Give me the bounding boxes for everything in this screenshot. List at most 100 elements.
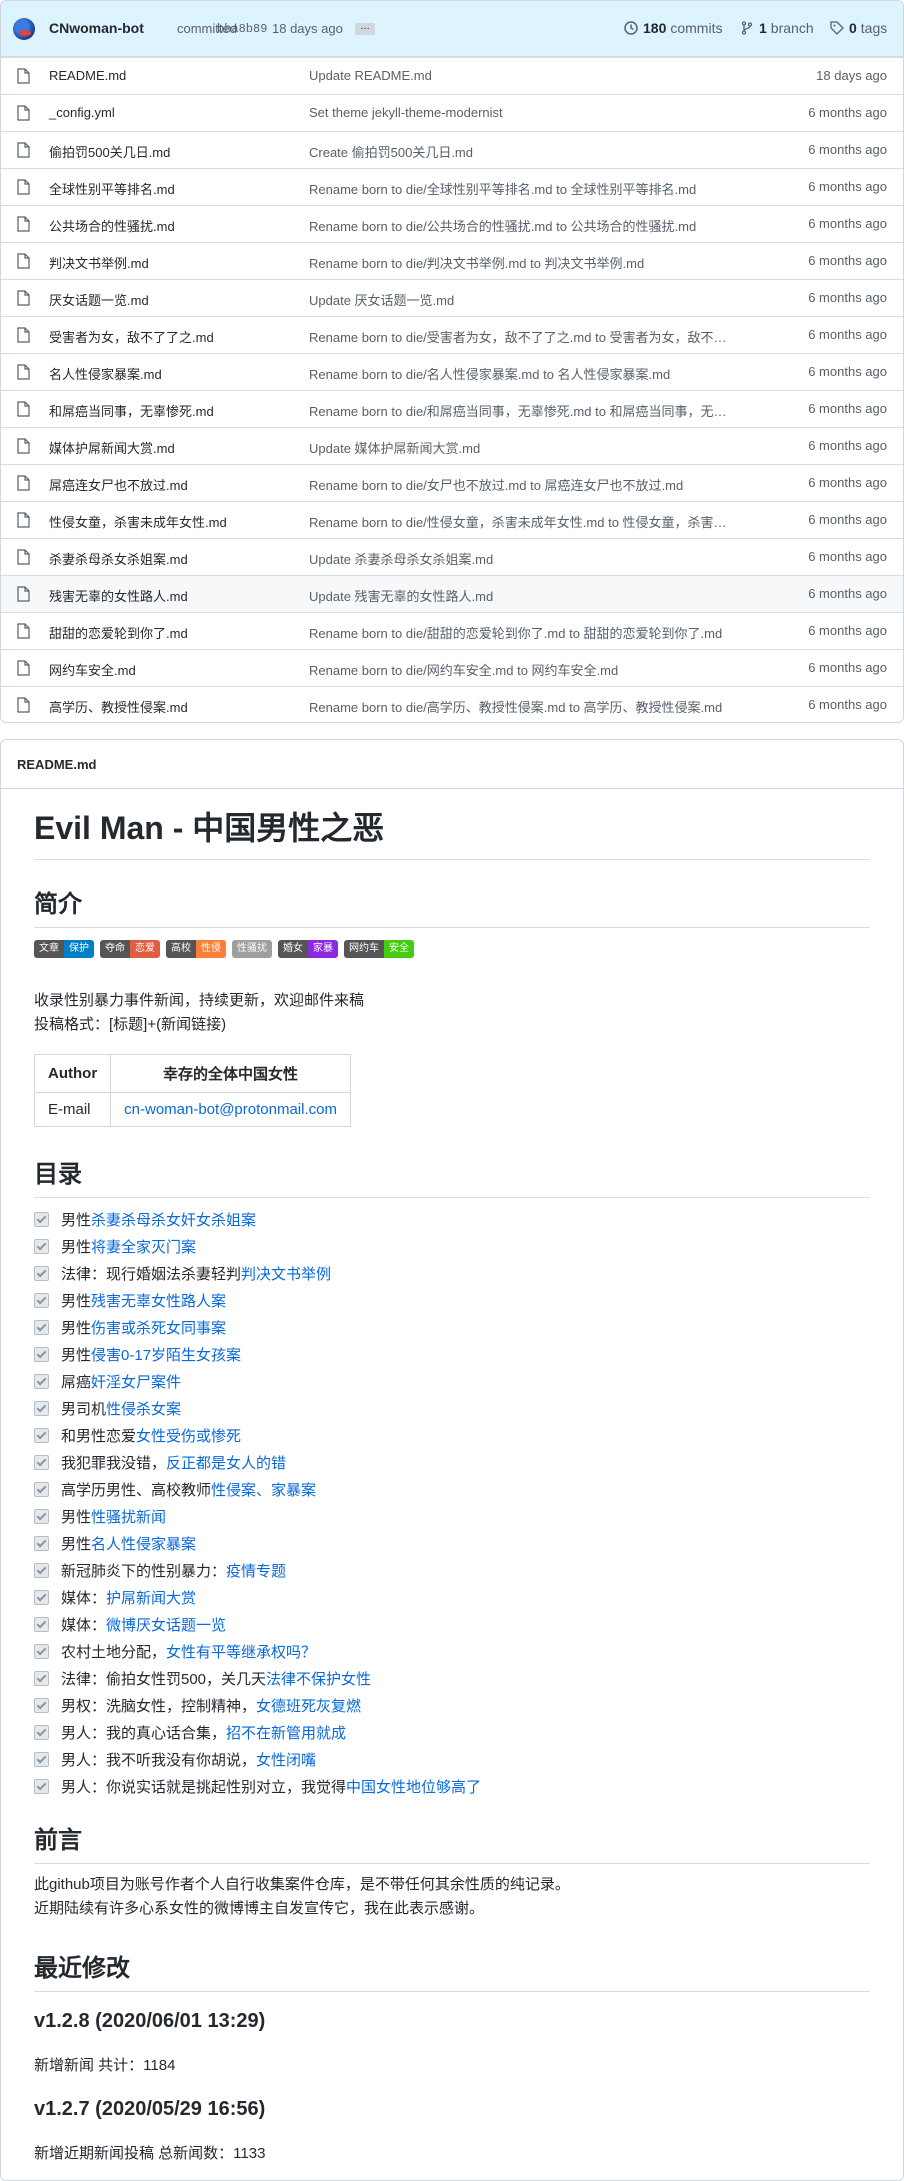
file-name-link[interactable]: 全球性别平等排名.md [49,179,175,198]
readme-filename-link[interactable]: README.md [17,757,96,772]
file-name-link[interactable]: 网约车安全.md [49,660,136,679]
file-commit-message-link[interactable]: Update 杀妻杀母杀女杀姐案.md [309,549,759,568]
toc-item-link[interactable]: 女德班死灰复燃 [256,1695,361,1716]
tags-link[interactable]: 0 tags [829,20,887,36]
file-commit-message-link[interactable]: Update 媒体护屌新闻大赏.md [309,438,759,457]
toc-item-link[interactable]: 疫情专题 [226,1560,286,1581]
toc-item: 男司机 性侵杀女案 [34,1395,870,1422]
toc-item-link[interactable]: 女性受伤或惨死 [136,1425,241,1446]
toc-item-prefix: 男性 [61,1536,92,1553]
toc-item-prefix: 高学历男性、高校教师 [61,1482,212,1499]
file-commit-message-link[interactable]: Rename born to die/甜甜的恋爱轮到你了.md to 甜甜的恋爱… [309,623,759,642]
toc-item-link[interactable]: 女性有平等继承权吗？ [166,1641,316,1662]
file-commit-message-link[interactable]: Rename born to die/全球性别平等排名.md to 全球性别平等… [309,179,759,198]
file-row[interactable]: 公共场合的性骚扰.md Rename born to die/公共场合的性骚扰.m… [1,205,903,243]
email-link[interactable]: cn-woman-bot@protonmail.com [124,1101,337,1118]
toc-item-link[interactable]: 性骚扰新闻 [91,1506,166,1527]
file-row[interactable]: 杀妻杀母杀女杀姐案.md Update 杀妻杀母杀女杀姐案.md 6 months … [1,538,903,576]
file-row[interactable]: 全球性别平等排名.md Rename born to die/全球性别平等排名.m… [1,168,903,206]
file-name-link[interactable]: 性侵女童，杀害未成年女性.md [49,512,227,531]
toc-item-link[interactable]: 中国女性地位够高了 [346,1776,481,1797]
file-row[interactable]: 媒体护屌新闻大赏.md Update 媒体护屌新闻大赏.md 6 months ag… [1,427,903,465]
file-commit-message-link[interactable]: Rename born to die/网约车安全.md to 网约车安全.md [309,660,759,679]
badge: 婚女 家暴 [278,940,338,958]
commit-author-link[interactable]: CNwoman-bot [49,20,144,36]
file-commit-message-link[interactable]: Rename born to die/女尸也不放过.md to 屌癌连女尸也不放… [309,475,759,494]
checkbox-checked [34,1455,49,1470]
file-commit-message-link[interactable]: Create 偷拍罚500关几日.md [309,142,759,161]
badge-value: 恋爱 [130,940,160,958]
file-row[interactable]: 受害者为女，敌不了了之.md Rename born to die/受害者为女，敌… [1,316,903,354]
file-name-link[interactable]: 名人性侵家暴案.md [49,364,162,383]
commit-sha-link[interactable]: bba8b89 [217,22,267,36]
file-row[interactable]: 网约车安全.md Rename born to die/网约车安全.md to 网… [1,649,903,687]
file-row[interactable]: 名人性侵家暴案.md Rename born to die/名人性侵家暴案.md … [1,353,903,391]
toc-item-link[interactable]: 将妻全家灭门案 [91,1236,196,1257]
file-row[interactable]: 和屌癌当同事，无辜惨死.md Rename born to die/和屌癌当同事，… [1,390,903,428]
toc-item-link[interactable]: 微博厌女话题一览 [106,1614,226,1635]
file-row[interactable]: 残害无辜的女性路人.md Update 残害无辜的女性路人.md 6 months … [1,575,903,613]
table-header-name: 幸存的全体中国女性 [110,1054,351,1093]
toc-item-link[interactable]: 残害无辜女性路人案 [91,1290,226,1311]
toc-item-link[interactable]: 护屌新闻大赏 [106,1587,196,1608]
file-name-link[interactable]: 残害无辜的女性路人.md [49,586,188,605]
file-name-link[interactable]: 甜甜的恋爱轮到你了.md [49,623,188,642]
branches-link[interactable]: 1 branch [739,20,814,36]
badge-value: 保护 [64,940,94,958]
toc-item-link[interactable]: 招不在新管用就成 [226,1722,346,1743]
file-icon [17,512,30,528]
file-name-link[interactable]: 厌女话题一览.md [49,290,149,309]
file-commit-message-link[interactable]: Rename born to die/受害者为女，敌不了了之.md to 受害者… [309,327,759,346]
file-commit-message-link[interactable]: Rename born to die/判决文书举例.md to 判决文书举例.m… [309,253,759,272]
file-commit-message-link[interactable]: Rename born to die/和屌癌当同事，无辜惨死.md to 和屌癌… [309,401,759,420]
file-age: 6 months ago [808,623,887,638]
file-row[interactable]: 偷拍罚500关几日.md Create 偷拍罚500关几日.md 6 months … [1,131,903,169]
file-name-link[interactable]: 受害者为女，敌不了了之.md [49,327,214,346]
file-row[interactable]: _config.yml Set theme jekyll-theme-modern… [1,94,903,132]
file-name-link[interactable]: 屌癌连女尸也不放过.md [49,475,188,494]
toc-item-link[interactable]: 杀妻杀母杀女奸女杀姐案 [91,1209,256,1230]
file-row[interactable]: 高学历、教授性侵案.md Rename born to die/高学历、教授性侵案… [1,686,903,724]
file-row[interactable]: 屌癌连女尸也不放过.md Rename born to die/女尸也不放过.md… [1,464,903,502]
file-name-link[interactable]: 偷拍罚500关几日.md [49,142,170,161]
file-commit-message-link[interactable]: Update README.md [309,68,759,83]
file-row[interactable]: README.md Update README.md 18 days ago [1,57,903,95]
checkbox-checked [34,1401,49,1416]
toc-item-link[interactable]: 侵害0-17岁陌生女孩案 [91,1344,241,1365]
toc-item-link[interactable]: 法律不保护女性 [266,1668,371,1689]
file-commit-message-link[interactable]: Rename born to die/高学历、教授性侵案.md to 高学历、教… [309,697,759,716]
toc-item-link[interactable]: 奸淫女尸案件 [91,1371,181,1392]
file-commit-message-link[interactable]: Set theme jekyll-theme-modernist [309,105,759,120]
file-name-link[interactable]: 杀妻杀母杀女杀姐案.md [49,549,188,568]
file-name-link[interactable]: 判决文书举例.md [49,253,149,272]
file-name-link[interactable]: 公共场合的性骚扰.md [49,216,175,235]
file-commit-message-link[interactable]: Update 残害无辜的女性路人.md [309,586,759,605]
toc-item-link[interactable]: 判决文书举例 [241,1263,331,1284]
file-list-box: CNwoman-bot committed bba8b89 18 days ag… [0,0,904,723]
file-row[interactable]: 判决文书举例.md Rename born to die/判决文书举例.md to… [1,242,903,280]
file-commit-message-link[interactable]: Rename born to die/公共场合的性骚扰.md to 公共场合的性… [309,216,759,235]
toc-item-link[interactable]: 女性闭嘴 [256,1749,316,1770]
avatar[interactable] [13,18,35,40]
file-commit-message-link[interactable]: Rename born to die/名人性侵家暴案.md to 名人性侵家暴案… [309,364,759,383]
file-name-link[interactable]: _config.yml [49,105,115,120]
file-name-link[interactable]: README.md [49,68,126,83]
toc-item-link[interactable]: 性侵杀女案 [106,1398,181,1419]
file-commit-message-link[interactable]: Update 厌女话题一览.md [309,290,759,309]
toc-item-link[interactable]: 反正都是女人的错 [166,1452,286,1473]
file-row[interactable]: 厌女话题一览.md Update 厌女话题一览.md 6 months ago [1,279,903,317]
expand-commit-button[interactable]: … [355,22,375,35]
toc-item-link[interactable]: 伤害或杀死女同事案 [91,1317,226,1338]
file-name-link[interactable]: 和屌癌当同事，无辜惨死.md [49,401,214,420]
file-name-link[interactable]: 高学历、教授性侵案.md [49,697,188,716]
file-name-link[interactable]: 媒体护屌新闻大赏.md [49,438,175,457]
toc-item-prefix: 男人：我的真心话合集， [61,1725,227,1742]
file-row[interactable]: 甜甜的恋爱轮到你了.md Rename born to die/甜甜的恋爱轮到你了… [1,612,903,650]
file-row[interactable]: 性侵女童，杀害未成年女性.md Rename born to die/性侵女童，杀… [1,501,903,539]
toc-item-link[interactable]: 性侵案、家暴案 [211,1479,316,1500]
table-cell-email: cn-woman-bot@protonmail.com [110,1092,351,1127]
file-age: 6 months ago [808,660,887,675]
file-commit-message-link[interactable]: Rename born to die/性侵女童，杀害未成年女性.md to 性侵… [309,512,759,531]
commits-link[interactable]: 180 commits [623,20,722,36]
toc-item-link[interactable]: 名人性侵家暴案 [91,1533,196,1554]
